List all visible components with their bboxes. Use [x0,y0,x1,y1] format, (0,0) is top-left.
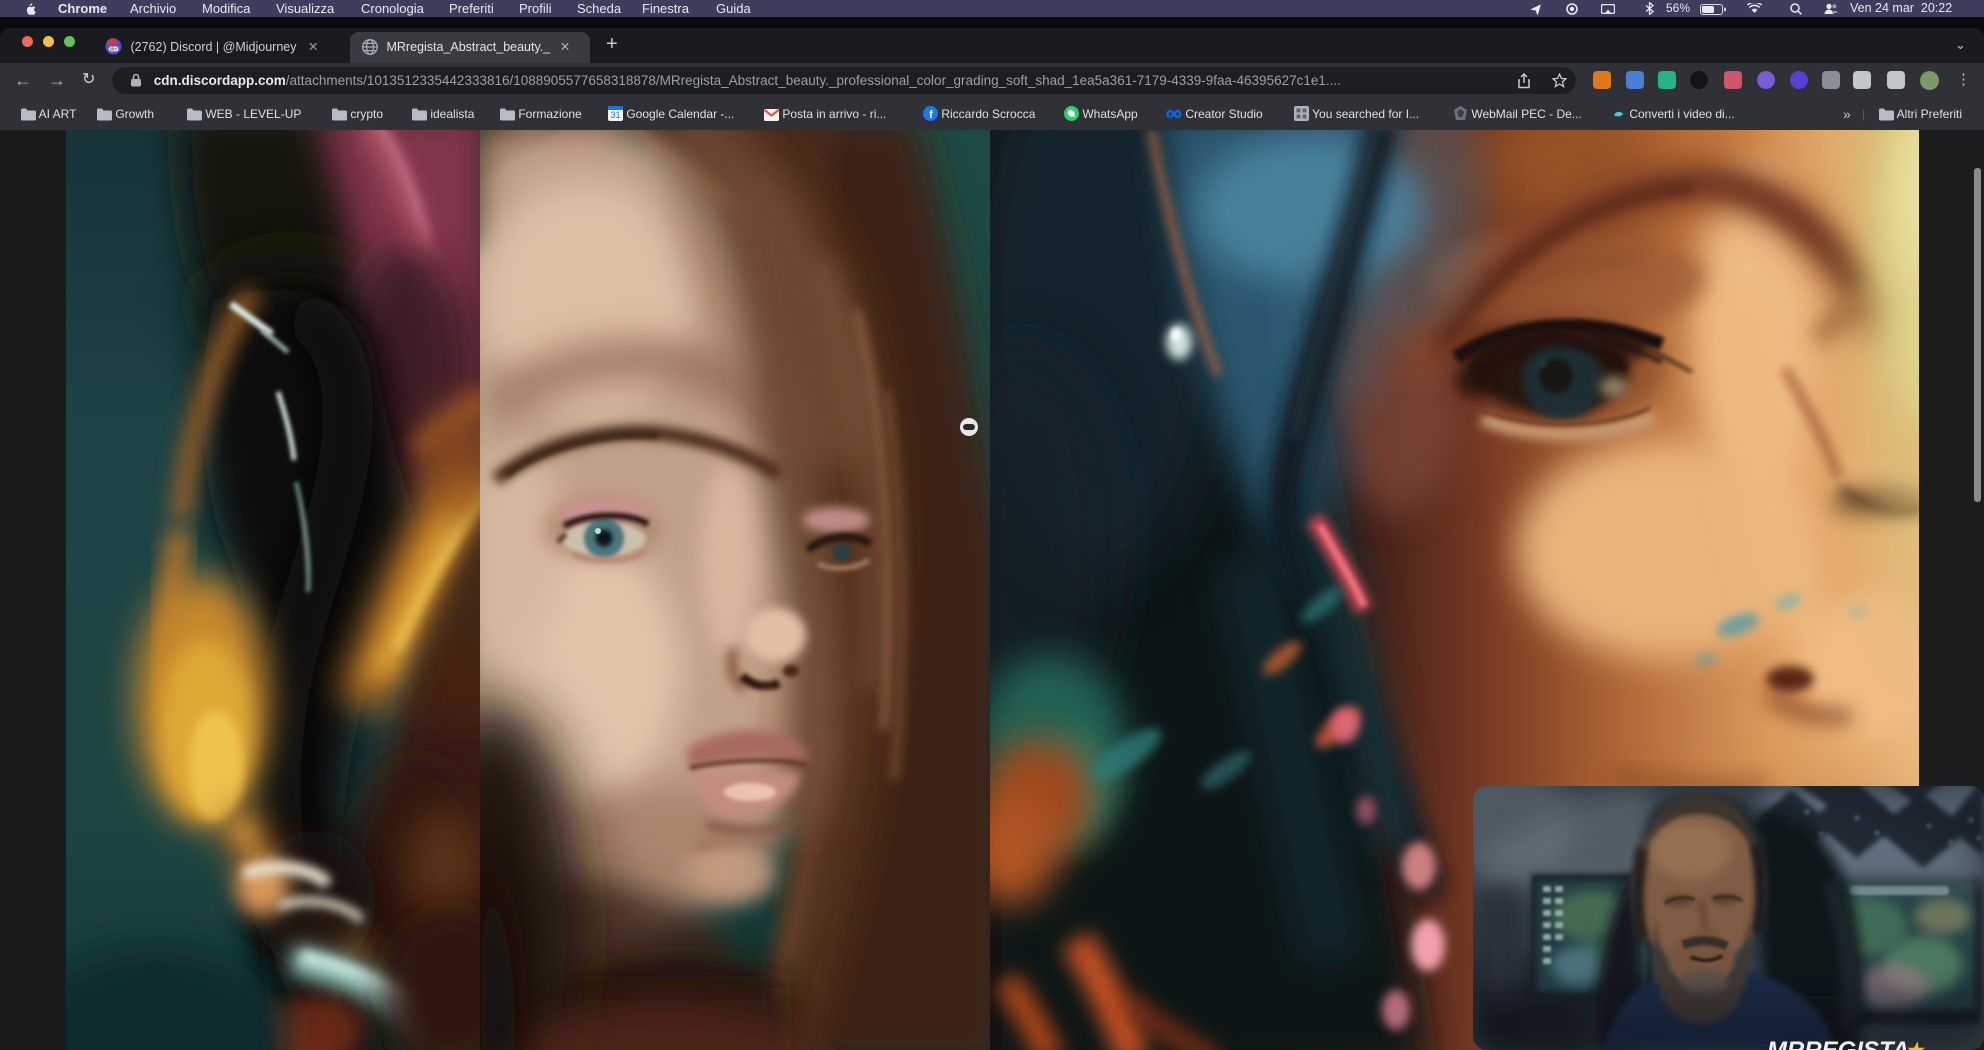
svg-text:f: f [929,109,933,121]
svg-text:★: ★ [1905,1040,1926,1050]
svg-text:2k+: 2k+ [110,47,118,52]
svg-text:MRREGISTA: MRREGISTA [1767,1037,1909,1050]
svg-text:31: 31 [610,110,620,120]
